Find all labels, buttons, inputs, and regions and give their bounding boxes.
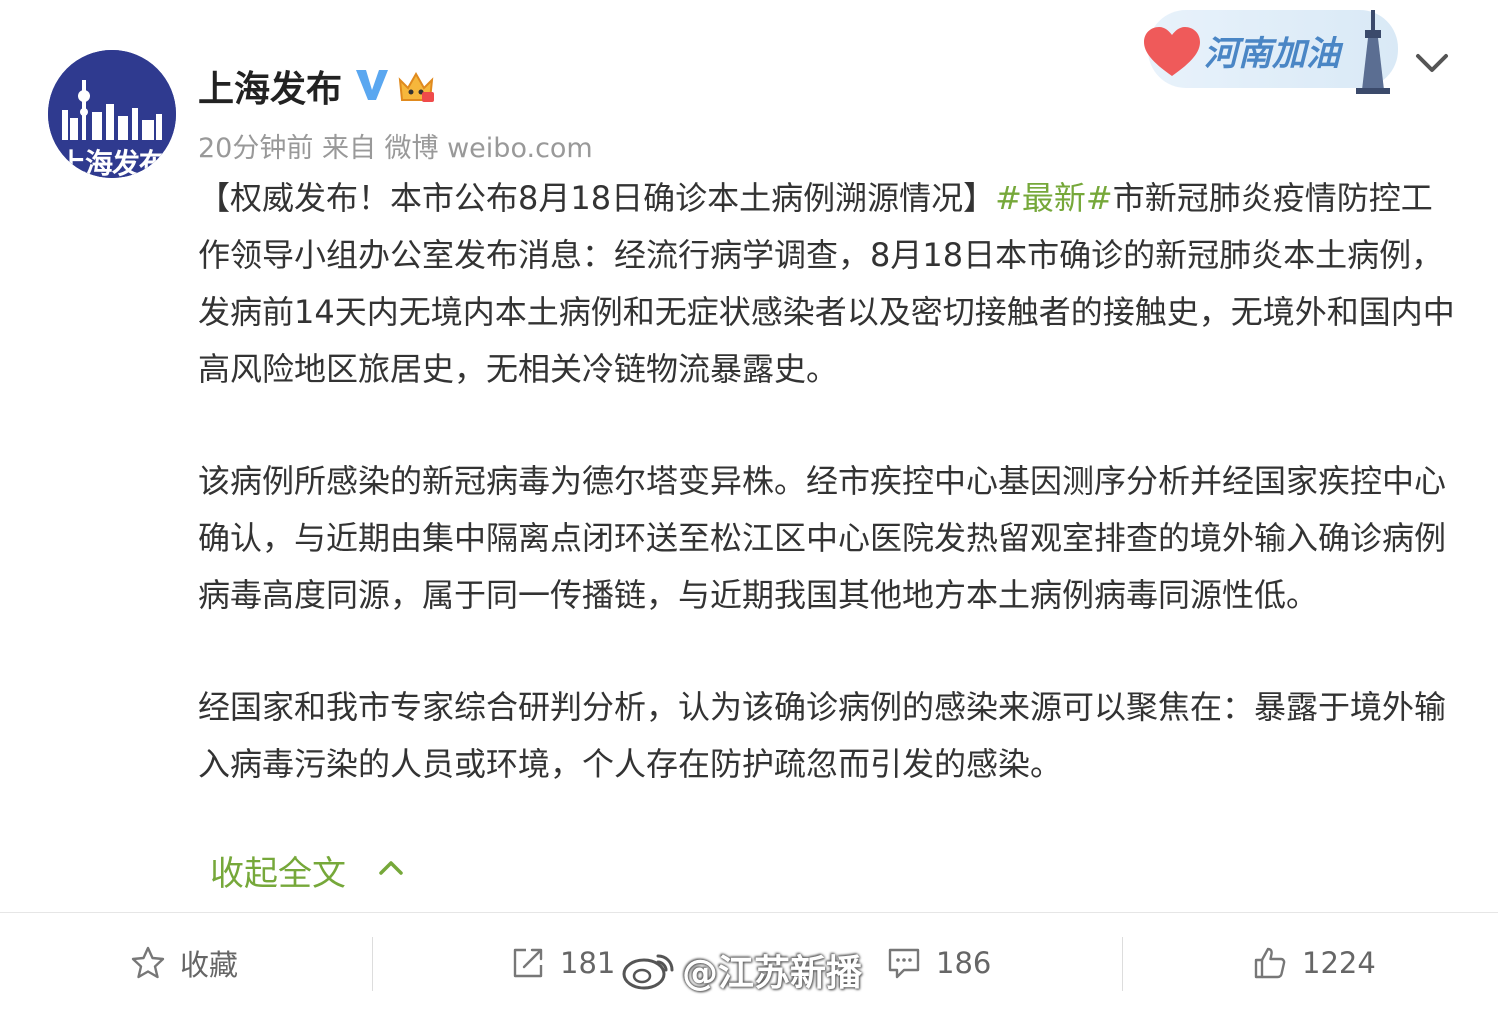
weibo-logo-icon bbox=[622, 954, 674, 990]
post-content: 【权威发布！本市公布8月18日确诊本土病例溯源情况】#最新#市新冠肺炎疫情防控工… bbox=[198, 170, 1458, 793]
post-meta: 20分钟前 来自 微博 weibo.com bbox=[198, 133, 593, 164]
post-text: 该病例所感染的新冠病毒为德尔塔变异株。经市疾控中心基因测序分析并经国家疾控中心确… bbox=[198, 462, 1447, 614]
author-name[interactable]: 上海发布 bbox=[198, 60, 342, 112]
post-text: 经国家和我市专家综合研判分析，认为该确诊病例的感染来源可以聚焦在：暴露于境外输入… bbox=[198, 688, 1447, 783]
chevron-up-icon[interactable] bbox=[376, 855, 406, 881]
star-icon bbox=[131, 946, 165, 979]
badge-text: 河南加油 bbox=[1204, 34, 1340, 74]
separator bbox=[372, 937, 373, 991]
repost-button[interactable]: 181 bbox=[510, 941, 615, 985]
repost-count: 181 bbox=[560, 946, 616, 980]
chevron-down-icon[interactable] bbox=[1412, 48, 1452, 78]
thumbs-up-icon bbox=[1254, 947, 1286, 979]
henan-badge[interactable]: 河南加油 bbox=[1144, 10, 1398, 94]
paragraph-2: 该病例所感染的新冠病毒为德尔塔变异株。经市疾控中心基因测序分析并经国家疾控中心确… bbox=[198, 453, 1458, 624]
comment-button[interactable]: 186 bbox=[886, 941, 991, 985]
like-button[interactable]: 1224 bbox=[1252, 941, 1376, 985]
tower-icon bbox=[1356, 10, 1390, 94]
comment-count: 186 bbox=[936, 946, 992, 980]
watermark-text: @江苏新播 bbox=[682, 953, 863, 994]
hashtag-link[interactable]: #最新# bbox=[995, 179, 1113, 217]
share-icon bbox=[513, 948, 543, 978]
favorite-label: 收藏 bbox=[180, 948, 239, 982]
like-count: 1224 bbox=[1302, 946, 1376, 980]
avatar-label: 上海发布 bbox=[58, 147, 167, 178]
paragraph-3: 经国家和我市专家综合研判分析，认为该确诊病例的感染来源可以聚焦在：暴露于境外输入… bbox=[198, 679, 1458, 793]
separator bbox=[1122, 937, 1123, 991]
heart-icon bbox=[1144, 27, 1200, 76]
post-text: 【权威发布！本市公布8月18日确诊本土病例溯源情况】 bbox=[198, 179, 996, 217]
comment-icon bbox=[888, 948, 920, 979]
favorite-button[interactable]: 收藏 bbox=[130, 941, 238, 985]
post-header: 上海发布 上海发布 20分钟前 来自 微博 weibo.com 河南加油 bbox=[0, 0, 1498, 180]
collapse-button[interactable]: 收起全文 bbox=[210, 846, 346, 895]
avatar[interactable]: 上海发布 bbox=[48, 50, 176, 178]
paragraph-1: 【权威发布！本市公布8月18日确诊本土病例溯源情况】#最新#市新冠肺炎疫情防控工… bbox=[198, 170, 1458, 398]
watermark: @江苏新播 bbox=[620, 945, 862, 995]
vip-crown-icon[interactable] bbox=[396, 66, 436, 104]
verified-v-icon bbox=[356, 70, 388, 100]
